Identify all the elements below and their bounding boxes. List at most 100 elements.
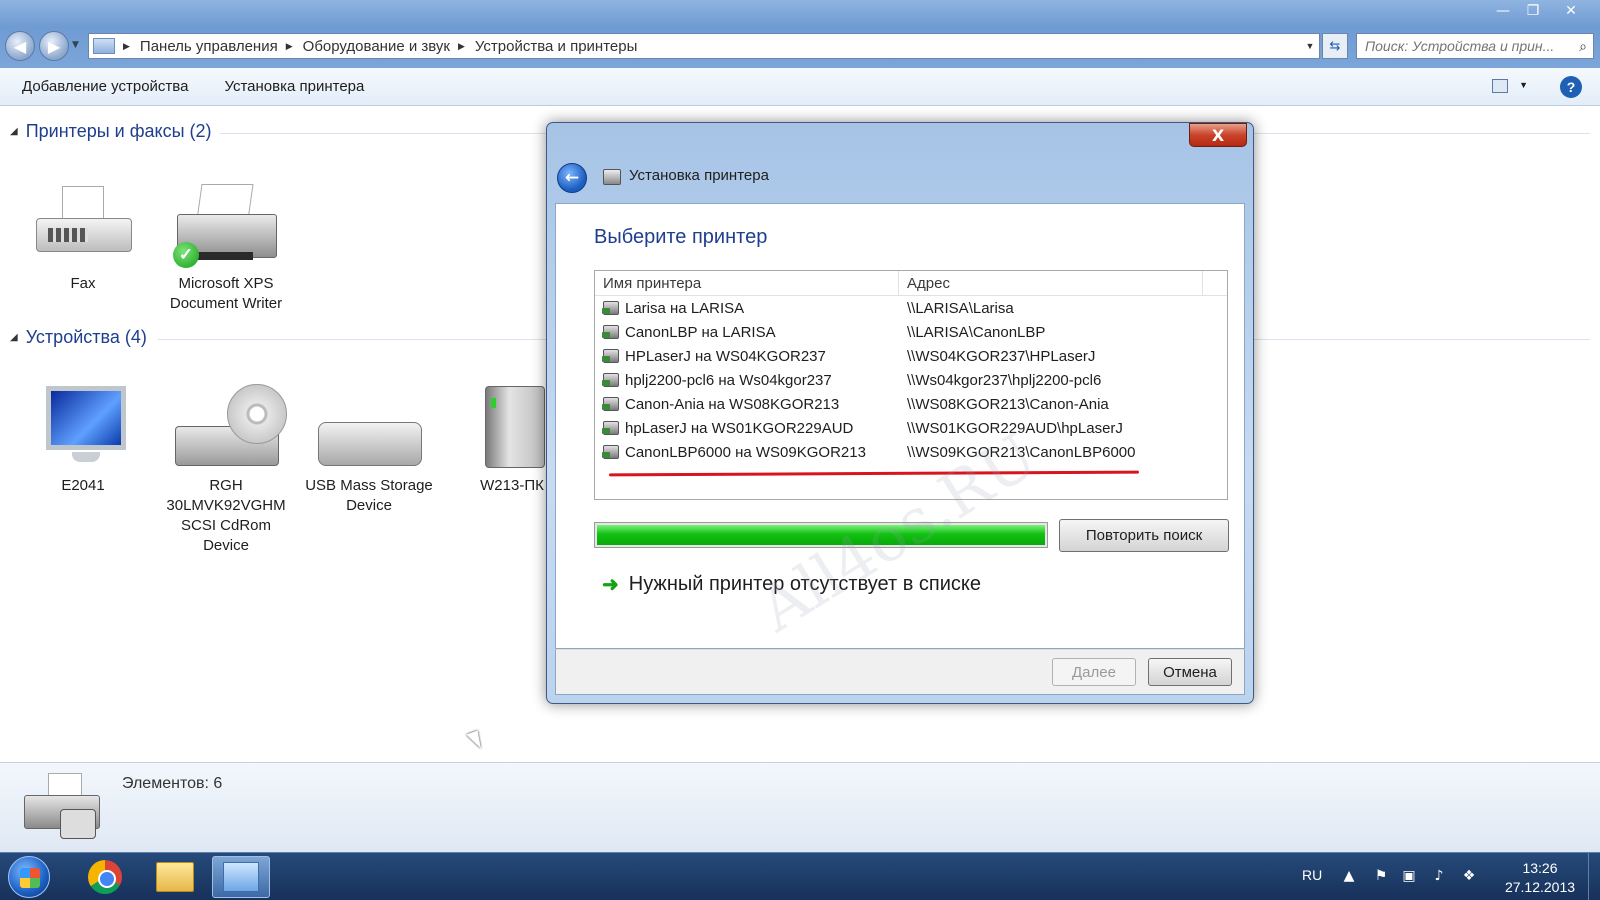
forward-button[interactable]: ▶ xyxy=(39,31,69,61)
clock-date: 27.12.2013 xyxy=(1504,879,1576,895)
printer-row[interactable]: HPLaserJ на WS04KGOR237 \\WS04KGOR237\HPL… xyxy=(595,344,1227,368)
printer-name: CanonLBP6000 на WS09KGOR213 xyxy=(625,443,866,461)
view-options-dropdown[interactable]: ▼ xyxy=(1519,80,1528,90)
printer-row[interactable]: Canon-Ania на WS08KGOR213 \\WS08KGOR213\C… xyxy=(595,392,1227,416)
search-icon[interactable]: ⌕ xyxy=(1579,38,1587,55)
explorer-folder-icon xyxy=(156,862,194,892)
dialog-title: Установка принтера xyxy=(629,167,769,184)
collapse-triangle-icon[interactable]: ◢ xyxy=(10,126,18,137)
cancel-button[interactable]: Отмена xyxy=(1148,658,1232,686)
device-monitor[interactable]: E2041 xyxy=(13,382,153,496)
chevron-right-icon[interactable]: ▶ xyxy=(286,41,293,52)
taskbar: RU ▲ ⚑ ▣ ♪ ❖ 13:26 27.12.2013 xyxy=(0,852,1600,900)
printer-not-listed-link[interactable]: ➜ Нужный принтер отсутствует в списке xyxy=(602,572,981,597)
clock[interactable]: 13:26 27.12.2013 xyxy=(1500,859,1580,897)
device-usb-storage[interactable]: USB Mass Storage Device xyxy=(299,382,439,516)
device-label: Microsoft XPS Document Writer xyxy=(169,275,283,312)
address-dropdown-icon[interactable]: ▼ xyxy=(1301,41,1319,51)
printer-address: \\LARISA\CanonLBP xyxy=(907,323,1046,341)
network-printer-icon xyxy=(602,349,619,363)
printer-row[interactable]: hpLaserJ на WS01KGOR229AUD \\WS01KGOR229A… xyxy=(595,416,1227,440)
network-printer-icon xyxy=(602,301,619,315)
dialog-close-button[interactable]: X xyxy=(1189,123,1247,147)
printer-row[interactable]: CanonLBP на LARISA \\LARISA\CanonLBP xyxy=(595,320,1227,344)
refresh-icon: ⇆ xyxy=(1329,38,1341,54)
printer-address: \\WS09KGOR213\CanonLBP6000 xyxy=(907,443,1136,461)
network-printer-icon xyxy=(602,445,619,459)
language-indicator[interactable]: RU xyxy=(1302,867,1322,883)
printer-name-cell: Canon-Ania на WS08KGOR213 xyxy=(595,396,899,413)
group-title-devices: Устройства (4) xyxy=(25,327,147,347)
search-input[interactable] xyxy=(1365,38,1565,54)
printer-row[interactable]: hplj2200-pcl6 на Ws04kgor237 \\Ws04kgor23… xyxy=(595,368,1227,392)
search-box[interactable]: ⌕ xyxy=(1356,33,1594,59)
cdrom-drive-icon xyxy=(171,382,287,472)
breadcrumb-control-panel[interactable]: Панель управления xyxy=(140,38,278,55)
close-window-button[interactable]: ✕ xyxy=(1548,0,1594,22)
maximize-button[interactable]: ❐ xyxy=(1518,0,1548,22)
printer-name-cell: hplj2200-pcl6 на Ws04kgor237 xyxy=(595,372,899,389)
printer-name-cell: Larisa на LARISA xyxy=(595,300,899,317)
window-titlebar: — ❐ ✕ ◀ ▶ ▼ ▶ Панель управления ▶ Оборуд… xyxy=(0,0,1600,68)
device-fax[interactable]: Fax xyxy=(13,180,153,294)
chevron-right-icon[interactable]: ▶ xyxy=(458,41,465,52)
printer-name-cell: hpLaserJ на WS01KGOR229AUD xyxy=(595,420,899,437)
network-printer-icon xyxy=(602,325,619,339)
back-button[interactable]: ◀ xyxy=(5,31,35,61)
refresh-button[interactable]: ⇆ xyxy=(1322,33,1348,59)
windows-logo-icon xyxy=(20,868,40,888)
printer-row[interactable]: CanonLBP6000 на WS09KGOR213 \\WS09KGOR213… xyxy=(595,440,1227,464)
printer-icon xyxy=(603,169,621,185)
help-icon[interactable]: ? xyxy=(1560,76,1582,98)
install-printer-button[interactable]: Установка принтера xyxy=(206,78,382,95)
details-pane: Элементов: 6 xyxy=(0,762,1600,852)
printer-row[interactable]: Larisa на LARISA \\LARISA\Larisa xyxy=(595,296,1227,320)
network-icon[interactable]: ▣ xyxy=(1400,867,1418,885)
network-printer-icon xyxy=(602,421,619,435)
dropbox-icon[interactable]: ❖ xyxy=(1460,867,1478,885)
printer-address: \\LARISA\Larisa xyxy=(907,299,1014,317)
retry-search-button[interactable]: Повторить поиск xyxy=(1059,519,1229,552)
dialog-content: Выберите принтер Имя принтера Адрес Lari… xyxy=(555,203,1245,649)
add-device-button[interactable]: Добавление устройства xyxy=(0,78,206,95)
printer-name-cell: CanonLBP на LARISA xyxy=(595,324,899,341)
taskbar-chrome[interactable] xyxy=(76,856,134,898)
volume-icon[interactable]: ♪ xyxy=(1430,867,1448,885)
group-header-printers[interactable]: ◢ Принтеры и факсы (2) xyxy=(10,121,212,142)
next-button[interactable]: Далее xyxy=(1052,658,1136,686)
device-cdrom[interactable]: RGH 30LMVK92VGHM SCSI CdRom Device xyxy=(156,382,296,556)
collapse-triangle-icon[interactable]: ◢ xyxy=(10,332,18,343)
device-label: USB Mass Storage Device xyxy=(305,477,433,514)
printer-name-cell: CanonLBP6000 на WS09KGOR213 xyxy=(595,444,899,461)
address-bar[interactable]: ▶ Панель управления ▶ Оборудование и зву… xyxy=(88,33,1320,59)
monitor-icon xyxy=(28,382,138,472)
column-header-address[interactable]: Адрес xyxy=(899,271,1203,295)
column-header-name[interactable]: Имя принтера xyxy=(595,271,899,295)
chevron-right-icon[interactable]: ▶ xyxy=(123,41,130,52)
default-check-icon: ✓ xyxy=(173,242,199,268)
minimize-button[interactable]: — xyxy=(1488,0,1518,22)
red-underline-annotation xyxy=(608,470,1140,477)
fax-icon xyxy=(28,180,138,270)
dialog-back-button[interactable]: ← xyxy=(557,163,587,193)
printer-name: hplj2200-pcl6 на Ws04kgor237 xyxy=(625,371,832,389)
group-header-devices[interactable]: ◢ Устройства (4) xyxy=(10,327,147,348)
network-printer-icon xyxy=(602,397,619,411)
printer-rows: Larisa на LARISA \\LARISA\Larisa CanonLBP … xyxy=(595,296,1227,464)
change-view-icon[interactable] xyxy=(1492,79,1508,93)
show-desktop-button[interactable] xyxy=(1588,853,1600,900)
item-count: Элементов: 6 xyxy=(122,775,223,792)
breadcrumb-devices-printers[interactable]: Устройства и принтеры xyxy=(475,38,637,55)
taskbar-control-panel[interactable] xyxy=(212,856,270,898)
show-hidden-icons-icon[interactable]: ▲ xyxy=(1340,867,1358,885)
printer-list[interactable]: Имя принтера Адрес Larisa на LARISA \\LAR… xyxy=(594,270,1228,500)
start-button[interactable] xyxy=(8,856,50,898)
taskbar-explorer[interactable] xyxy=(146,856,204,898)
breadcrumb-hardware-sound[interactable]: Оборудование и звук xyxy=(303,38,450,55)
device-label: RGH 30LMVK92VGHM SCSI CdRom Device xyxy=(166,477,286,554)
device-xps-writer[interactable]: ✓ Microsoft XPS Document Writer xyxy=(156,180,296,314)
printer-camera-icon xyxy=(24,773,102,843)
progress-fill xyxy=(597,525,1045,545)
recent-pages-dropdown[interactable]: ▼ xyxy=(72,40,79,50)
action-center-flag-icon[interactable]: ⚑ xyxy=(1372,867,1390,885)
